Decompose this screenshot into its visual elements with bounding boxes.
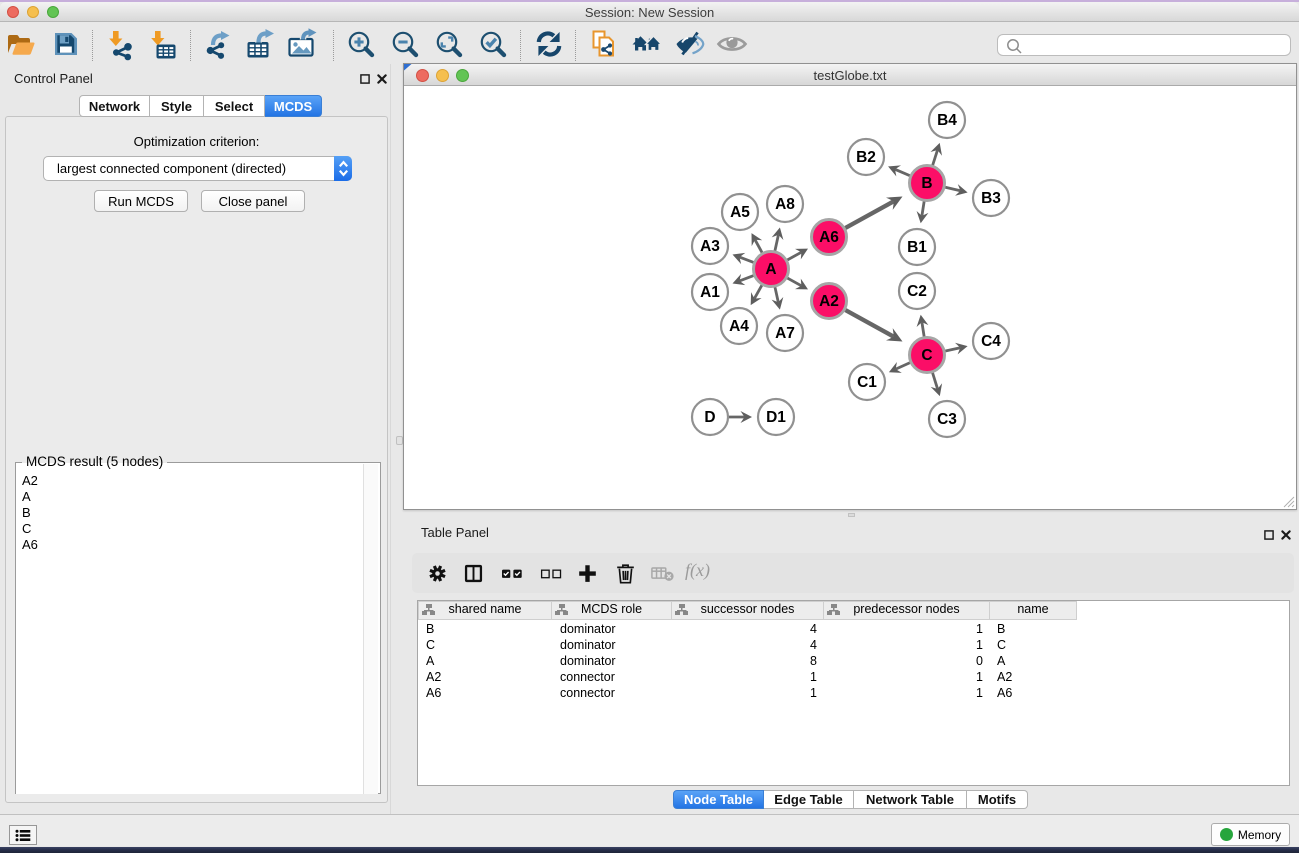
- svg-text:C2: C2: [907, 283, 927, 300]
- svg-text:B1: B1: [907, 239, 927, 256]
- svg-text:A8: A8: [775, 196, 795, 213]
- svg-text:A2: A2: [819, 293, 839, 310]
- svg-text:A5: A5: [730, 204, 750, 221]
- svg-text:B4: B4: [937, 112, 957, 129]
- svg-text:A6: A6: [819, 229, 839, 246]
- svg-text:B: B: [921, 175, 932, 192]
- svg-text:C4: C4: [981, 333, 1001, 350]
- svg-text:B2: B2: [856, 149, 876, 166]
- svg-text:A7: A7: [775, 325, 795, 342]
- svg-text:D1: D1: [766, 409, 786, 426]
- svg-text:C3: C3: [937, 411, 957, 428]
- svg-text:A4: A4: [729, 318, 749, 335]
- svg-text:C1: C1: [857, 374, 877, 391]
- svg-text:D: D: [704, 409, 715, 426]
- svg-text:A3: A3: [700, 238, 720, 255]
- svg-text:A1: A1: [700, 284, 720, 301]
- svg-text:A: A: [765, 261, 776, 278]
- svg-text:B3: B3: [981, 190, 1001, 207]
- svg-text:C: C: [921, 347, 932, 364]
